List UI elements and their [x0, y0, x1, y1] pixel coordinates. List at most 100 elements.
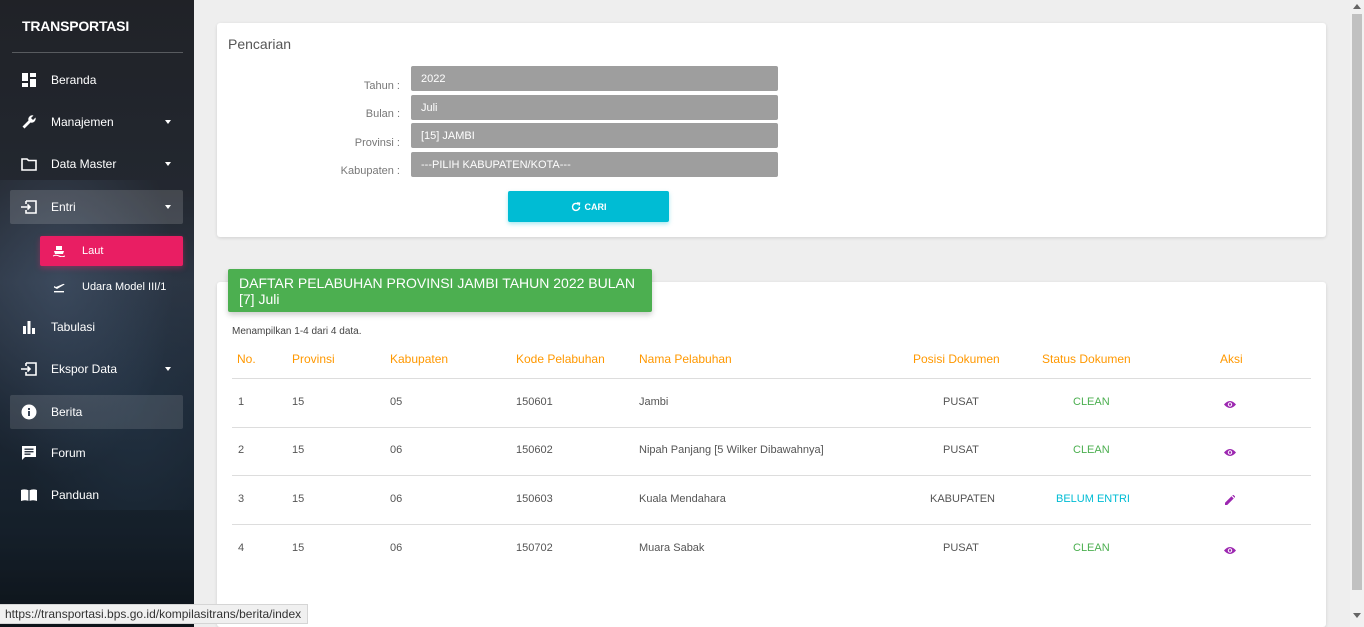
- table-header-title: DAFTAR PELABUHAN PROVINSI JAMBI TAHUN 20…: [228, 269, 652, 312]
- cell-no: 1: [238, 396, 245, 408]
- sidebar-subitem-label: Laut: [82, 245, 104, 257]
- sidebar-item-ekspor-data[interactable]: Ekspor Data: [10, 352, 183, 386]
- cell-kode: 150601: [516, 396, 553, 408]
- eye-icon[interactable]: [1223, 543, 1237, 557]
- sidebar-item-data-master[interactable]: Data Master: [10, 147, 183, 181]
- cell-nama: Kuala Mendahara: [639, 493, 726, 505]
- pencil-icon[interactable]: [1223, 493, 1237, 507]
- sidebar-item-label: Beranda: [51, 73, 97, 87]
- cell-provinsi: 15: [292, 493, 305, 505]
- plane-departure-icon: [52, 281, 66, 293]
- sidebar-item-label: Manajemen: [51, 115, 114, 129]
- caret-down-icon: [165, 367, 171, 371]
- cell-kabupaten: 06: [390, 444, 403, 456]
- sidebar-subitem-label: Udara Model III/1: [82, 281, 167, 293]
- cell-status: BELUM ENTRI: [1056, 493, 1130, 505]
- tahun-label: Tahun :: [363, 80, 400, 92]
- sidebar-item-beranda[interactable]: Beranda: [10, 63, 183, 97]
- cell-provinsi: 15: [292, 396, 305, 408]
- cell-provinsi: 15: [292, 542, 305, 554]
- cell-posisi: PUSAT: [943, 444, 979, 456]
- search-card: Pencarian Tahun : 2022 Bulan : Juli Prov…: [217, 23, 1326, 237]
- col-header-status[interactable]: Status Dokumen: [1042, 352, 1131, 366]
- scroll-down-icon[interactable]: [1353, 613, 1361, 618]
- sidebar-item-label: Panduan: [51, 488, 100, 502]
- sidebar-item-label: Data Master: [51, 157, 117, 171]
- sidebar-item-label: Forum: [51, 446, 86, 460]
- cell-status: CLEAN: [1073, 396, 1110, 408]
- tahun-select[interactable]: 2022: [411, 66, 778, 91]
- sidebar-item-label: Entri: [51, 200, 76, 214]
- ship-icon: [52, 245, 66, 257]
- link-status-bar: https://transportasi.bps.go.id/kompilasi…: [0, 604, 309, 624]
- scroll-thumb[interactable]: [1352, 14, 1362, 590]
- sidebar-subitem-udara[interactable]: Udara Model III/1: [40, 272, 183, 302]
- cell-kabupaten: 06: [390, 493, 403, 505]
- col-header-no[interactable]: No.: [237, 352, 256, 366]
- sidebar-item-manajemen[interactable]: Manajemen: [10, 105, 183, 139]
- col-header-aksi: Aksi: [1220, 352, 1243, 366]
- caret-down-icon: [165, 162, 171, 166]
- caret-down-icon: [165, 205, 171, 209]
- showing-count: Menampilkan 1-4 dari 4 data.: [232, 326, 362, 337]
- row-divider: [232, 427, 1311, 428]
- search-title: Pencarian: [228, 36, 292, 52]
- cell-kabupaten: 06: [390, 542, 403, 554]
- sidebar-item-berita[interactable]: Berita: [10, 395, 183, 429]
- cell-kode: 150702: [516, 542, 553, 554]
- cari-button-label: CARI: [584, 201, 607, 212]
- chat-icon: [20, 444, 38, 462]
- row-divider: [232, 524, 1311, 525]
- col-header-posisi[interactable]: Posisi Dokumen: [913, 352, 1000, 366]
- col-header-kode[interactable]: Kode Pelabuhan: [516, 352, 605, 366]
- brand-title: TRANSPORTASI: [22, 18, 130, 34]
- eye-icon[interactable]: [1223, 445, 1237, 459]
- sidebar-item-tabulasi[interactable]: Tabulasi: [10, 310, 183, 344]
- kabupaten-select[interactable]: ---PILIH KABUPATEN/KOTA---: [411, 152, 778, 177]
- col-header-kabupaten[interactable]: Kabupaten: [390, 352, 448, 366]
- cell-posisi: KABUPATEN: [930, 493, 995, 505]
- cell-kode: 150603: [516, 493, 553, 505]
- row-divider: [232, 475, 1311, 476]
- refresh-icon: [571, 201, 581, 212]
- cell-status: CLEAN: [1073, 542, 1110, 554]
- bulan-label: Bulan :: [365, 108, 400, 120]
- folder-icon: [20, 155, 38, 173]
- sidebar-item-forum[interactable]: Forum: [10, 436, 183, 470]
- cell-nama: Jambi: [639, 396, 669, 408]
- header-divider: [232, 378, 1311, 379]
- cell-kode: 150602: [516, 444, 553, 456]
- cell-kabupaten: 05: [390, 396, 403, 408]
- eye-icon[interactable]: [1223, 397, 1237, 411]
- cell-no: 3: [238, 493, 245, 505]
- cell-no: 4: [238, 542, 245, 554]
- bar-chart-icon: [20, 318, 38, 336]
- cari-button[interactable]: CARI: [508, 191, 669, 222]
- input-icon: [20, 198, 38, 216]
- sidebar: TRANSPORTASI Beranda Manajemen Data Mast…: [0, 0, 194, 627]
- book-icon: [20, 486, 38, 504]
- col-header-provinsi[interactable]: Provinsi: [292, 352, 335, 366]
- cell-nama: Nipah Panjang [5 Wilker Dibawahnya]: [639, 444, 824, 456]
- caret-down-icon: [165, 120, 171, 124]
- sidebar-subitem-laut[interactable]: Laut: [40, 236, 183, 266]
- export-icon: [20, 360, 38, 378]
- cell-nama: Muara Sabak: [639, 542, 705, 554]
- cell-posisi: PUSAT: [943, 542, 979, 554]
- sidebar-item-panduan[interactable]: Panduan: [10, 478, 183, 512]
- sidebar-item-label: Berita: [51, 405, 83, 419]
- scroll-up-icon[interactable]: [1353, 4, 1361, 9]
- col-header-nama[interactable]: Nama Pelabuhan: [639, 352, 732, 366]
- sidebar-item-label: Ekspor Data: [51, 362, 118, 376]
- info-icon: [20, 403, 38, 421]
- provinsi-label: Provinsi :: [354, 137, 400, 149]
- page-scrollbar[interactable]: [1350, 0, 1364, 627]
- bulan-select[interactable]: Juli: [411, 95, 778, 120]
- cell-status: CLEAN: [1073, 444, 1110, 456]
- cell-posisi: PUSAT: [943, 396, 979, 408]
- cell-no: 2: [238, 444, 245, 456]
- sidebar-item-entri[interactable]: Entri: [10, 190, 183, 224]
- dashboard-icon: [20, 71, 38, 89]
- brand-divider: [12, 52, 183, 53]
- provinsi-select[interactable]: [15] JAMBI: [411, 123, 778, 148]
